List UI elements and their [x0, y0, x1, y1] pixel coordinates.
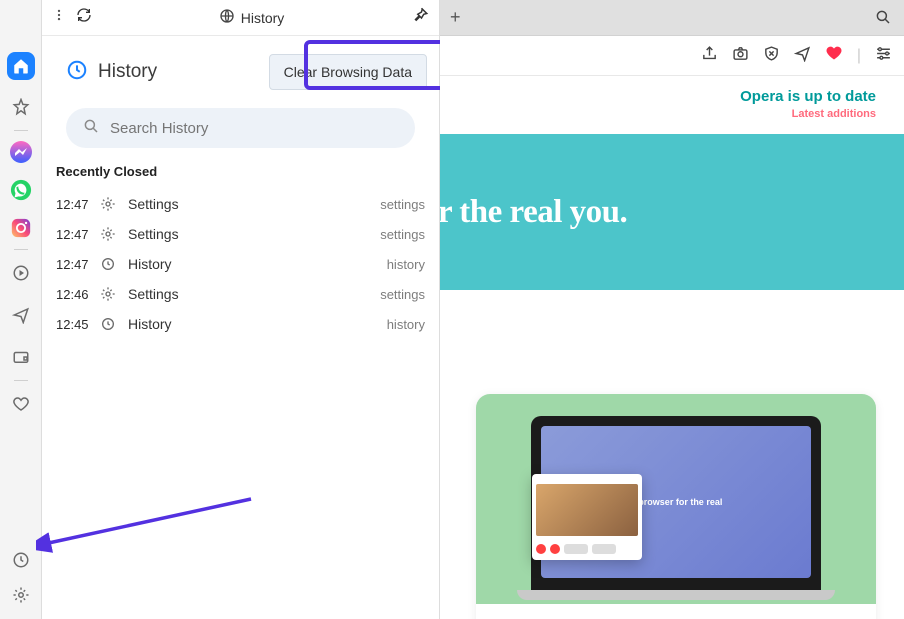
settings-gear-icon[interactable] — [12, 586, 30, 609]
history-row[interactable]: 12:47 Settingssettings — [50, 219, 431, 249]
history-time: 12:47 — [56, 227, 98, 242]
separator — [14, 249, 28, 250]
search-icon — [82, 117, 100, 140]
history-sidebar-icon[interactable] — [12, 551, 30, 574]
page-toolbar: | — [440, 36, 904, 76]
recently-closed-label: Recently Closed — [42, 164, 439, 189]
heart-icon[interactable] — [825, 44, 843, 67]
update-title: Opera is up to date — [440, 88, 876, 105]
separator — [14, 130, 28, 131]
update-block: Opera is up to date Latest additions — [440, 76, 904, 124]
home-icon[interactable] — [7, 52, 35, 80]
feature-card: A browser for the real Video Call Popout… — [476, 394, 876, 619]
history-label: Settings — [128, 286, 380, 302]
update-subtitle[interactable]: Latest additions — [440, 108, 876, 120]
history-label: Settings — [128, 226, 380, 242]
history-label: Settings — [128, 196, 380, 212]
history-label: History — [128, 256, 387, 272]
send-page-icon[interactable] — [794, 45, 811, 67]
history-row[interactable]: 12:45 Historyhistory — [50, 309, 431, 339]
whatsapp-icon[interactable] — [6, 175, 36, 205]
send-icon[interactable] — [6, 300, 36, 330]
history-panel: History History Clear Browsing Data Rece… — [42, 0, 440, 619]
card-image: A browser for the real — [476, 394, 876, 604]
history-time: 12:47 — [56, 257, 98, 272]
pin-icon[interactable] — [411, 6, 429, 29]
separator — [14, 380, 28, 381]
clock-icon — [98, 314, 118, 334]
history-time: 12:47 — [56, 197, 98, 212]
history-time: 12:45 — [56, 317, 98, 332]
new-tab-button[interactable]: + — [450, 7, 461, 28]
history-tag: history — [387, 257, 425, 272]
history-row[interactable]: 12:47 Historyhistory — [50, 249, 431, 279]
hero-banner: r the real you. — [440, 134, 904, 290]
popout-preview — [532, 474, 642, 560]
panel-header: History — [42, 0, 439, 36]
panel-menu-icon[interactable] — [52, 8, 66, 27]
globe-icon — [219, 8, 235, 27]
history-tag: settings — [380, 197, 425, 212]
search-history-box[interactable] — [66, 108, 415, 148]
reload-icon[interactable] — [76, 7, 92, 28]
history-label: History — [128, 316, 387, 332]
history-row[interactable]: 12:46 Settingssettings — [50, 279, 431, 309]
shield-icon[interactable] — [763, 45, 780, 67]
history-tag: settings — [380, 287, 425, 302]
gear-icon — [98, 284, 118, 304]
history-tag: settings — [380, 227, 425, 242]
clear-browsing-data-button[interactable]: Clear Browsing Data — [269, 54, 427, 90]
search-history-input[interactable] — [110, 120, 399, 137]
panel-subheader: History Clear Browsing Data — [42, 36, 439, 100]
instagram-icon[interactable] — [6, 213, 36, 243]
wallet-icon[interactable] — [6, 342, 36, 372]
tab-bar: + — [440, 0, 904, 36]
search-top-icon[interactable] — [874, 8, 892, 31]
history-heading: History — [98, 61, 259, 83]
gear-icon — [98, 194, 118, 214]
bookmark-star-icon[interactable] — [6, 92, 36, 122]
history-row[interactable]: 12:47 Settingssettings — [50, 189, 431, 219]
clock-icon — [98, 254, 118, 274]
gear-icon — [98, 224, 118, 244]
history-time: 12:46 — [56, 287, 98, 302]
panel-title: History — [241, 10, 285, 26]
history-list: 12:47Settingssettings12:47Settingssettin… — [42, 189, 439, 339]
history-clock-icon — [66, 59, 88, 86]
heart-outline-icon[interactable] — [6, 389, 36, 419]
history-tag: history — [387, 317, 425, 332]
snapshot-icon[interactable] — [732, 45, 749, 67]
easy-setup-icon[interactable] — [875, 45, 892, 67]
sidebar-bottom — [0, 551, 42, 609]
left-sidebar — [0, 0, 42, 619]
messenger-icon[interactable] — [6, 137, 36, 167]
hero-text: r the real you. — [440, 194, 627, 231]
share-icon[interactable] — [701, 45, 718, 67]
main-content-area: + | Opera is up to date Latest additions… — [440, 0, 904, 619]
player-icon[interactable] — [6, 258, 36, 288]
